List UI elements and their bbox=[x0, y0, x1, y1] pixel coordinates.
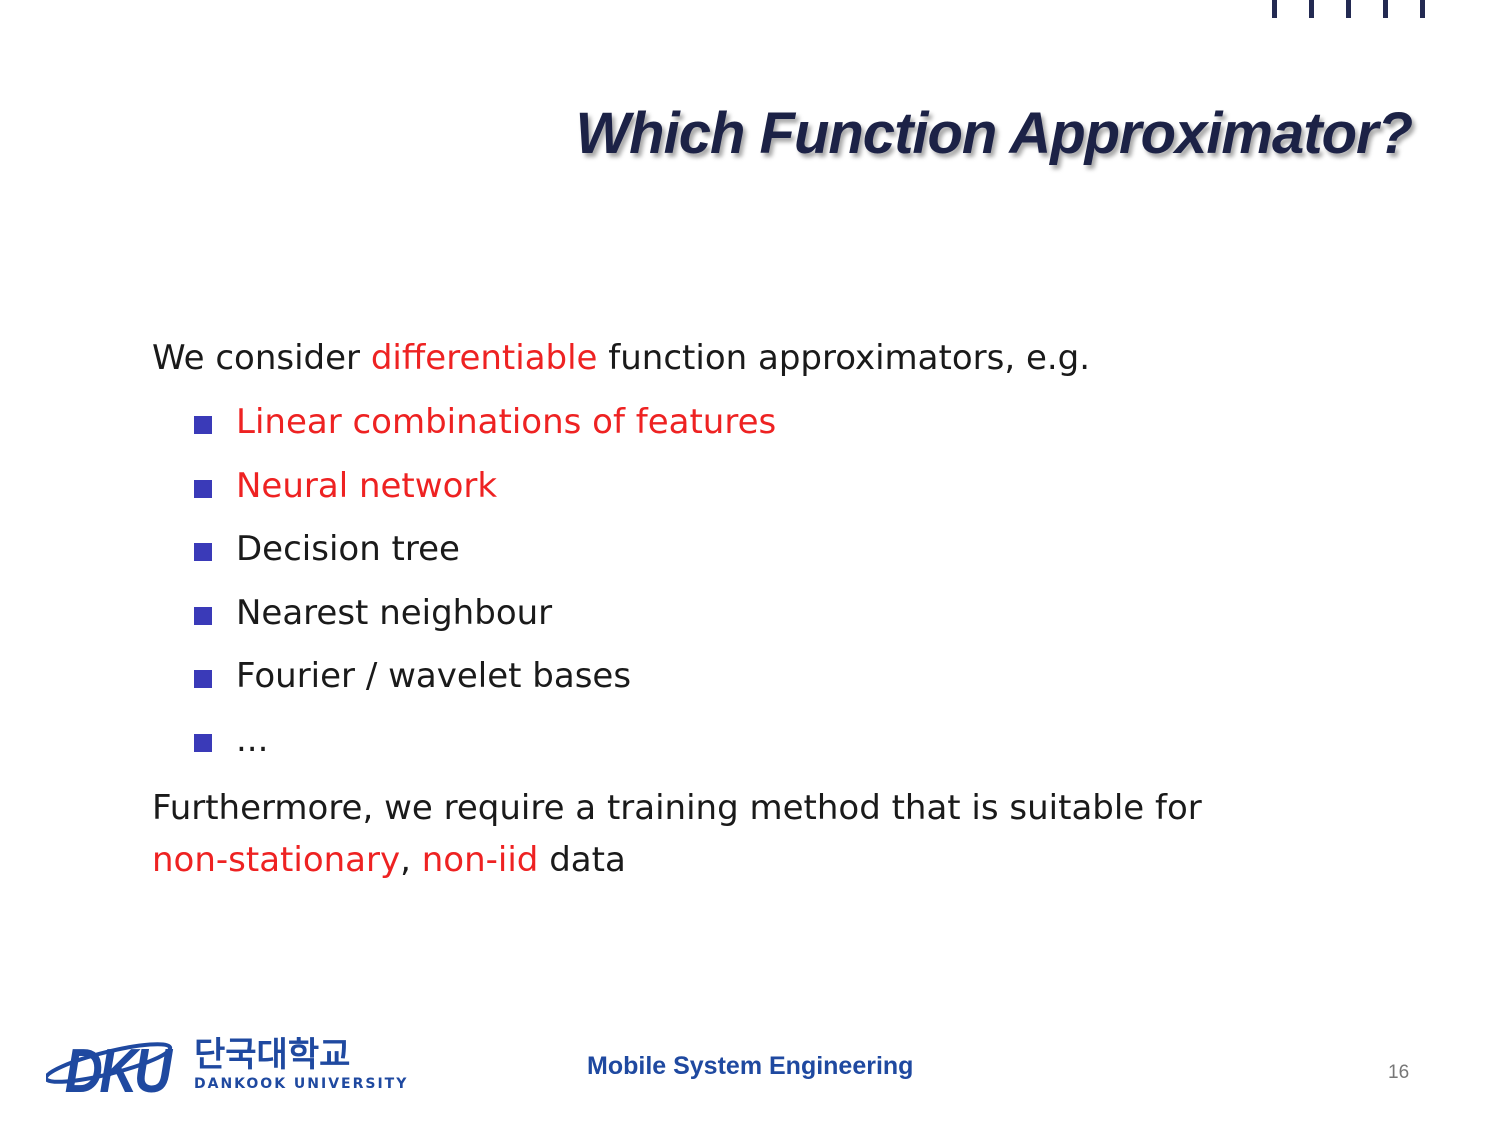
bullet-square-icon bbox=[194, 733, 212, 752]
decor-tick bbox=[1383, 0, 1388, 18]
list-item-label: Fourier / wavelet bases bbox=[236, 656, 632, 696]
requirement-line-2: non-stationary, non-iid data bbox=[152, 834, 1202, 886]
decor-tick bbox=[1309, 0, 1314, 18]
decor-tick bbox=[1272, 0, 1277, 18]
requirement-paragraph: Furthermore, we require a training metho… bbox=[152, 782, 1202, 886]
bullet-square-icon bbox=[194, 543, 212, 561]
intro-before: We consider bbox=[152, 338, 371, 378]
slide-title: Which Function Approximator? bbox=[575, 101, 1413, 166]
bullet-square-icon bbox=[194, 670, 212, 688]
list-item-label: Linear combinations of features bbox=[236, 402, 777, 442]
list-item-label: Neural network bbox=[236, 465, 498, 506]
course-title: Mobile System Engineering bbox=[587, 1052, 914, 1080]
requirement-highlight-2: non-iid bbox=[421, 840, 539, 880]
decor-tick bbox=[1346, 0, 1351, 18]
intro-after: function approximators, e.g. bbox=[597, 338, 1091, 378]
list-item-label: ... bbox=[236, 719, 269, 760]
list-item-label: Decision tree bbox=[236, 529, 460, 569]
intro-line: We consider differentiable function appr… bbox=[152, 338, 1090, 378]
decor-tick bbox=[1420, 0, 1425, 18]
requirement-tail: data bbox=[538, 840, 626, 880]
bullet-square-icon bbox=[194, 416, 212, 434]
requirement-line-1: Furthermore, we require a training metho… bbox=[152, 788, 1202, 828]
bullet-square-icon bbox=[194, 479, 212, 498]
logo-korean: 단국대학교 bbox=[194, 1035, 350, 1075]
top-decoration bbox=[1268, 0, 1433, 20]
list-item-label: Nearest neighbour bbox=[236, 592, 553, 633]
requirement-separator: , bbox=[400, 840, 422, 880]
logo-english: DANKOOK UNIVERSITY bbox=[194, 1076, 408, 1092]
requirement-highlight-1: non-stationary bbox=[152, 840, 401, 880]
page-number: 16 bbox=[1388, 1062, 1410, 1083]
logo-mark: DKU bbox=[65, 1037, 174, 1100]
intro-highlight: differentiable bbox=[370, 338, 598, 378]
dankook-university-logo: DKU 단국대학교 DANKOOK UNIVERSITY bbox=[46, 1035, 408, 1100]
bullet-square-icon bbox=[194, 606, 212, 625]
